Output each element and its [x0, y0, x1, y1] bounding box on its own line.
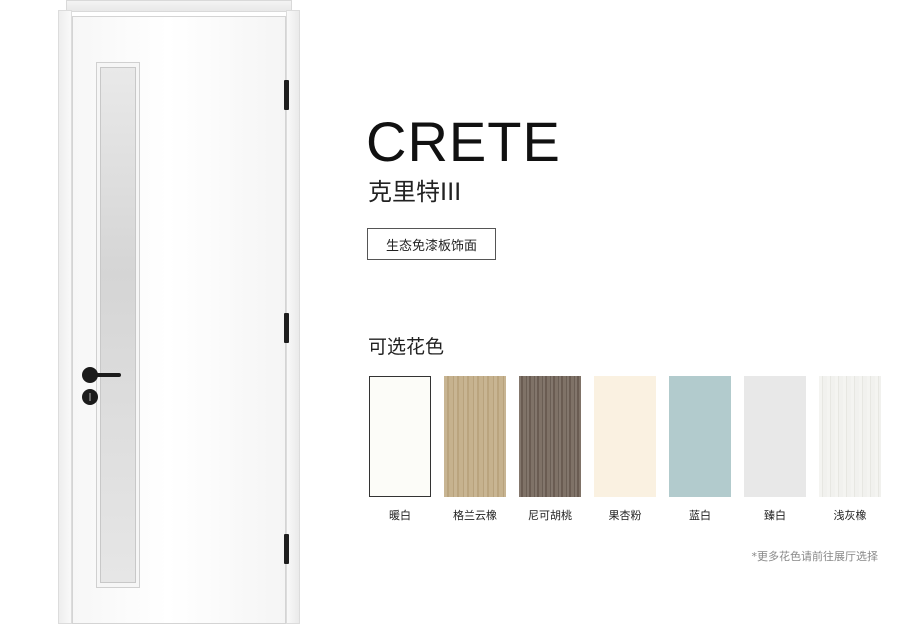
product-title: CRETE [366, 110, 561, 173]
swatch-item[interactable]: 尼可胡桃 [519, 376, 581, 523]
colors-heading: 可选花色 [368, 336, 445, 358]
color-swatch-list: 暖白 格兰云橡 尼可胡桃 果杏粉 蓝白 臻白 浅灰橡 [369, 376, 889, 526]
frosted-glass-panel [100, 67, 136, 583]
material-tag: 生态免漆板饰面 [367, 228, 496, 260]
swatch-item[interactable]: 果杏粉 [594, 376, 656, 523]
swatch-chip[interactable] [669, 376, 731, 497]
swatch-chip[interactable] [444, 376, 506, 497]
swatch-label: 尼可胡桃 [528, 509, 572, 522]
swatch-label: 蓝白 [689, 509, 711, 522]
hinge-middle [284, 313, 289, 343]
swatch-item[interactable]: 浅灰橡 [819, 376, 881, 523]
swatch-label: 果杏粉 [608, 509, 642, 522]
swatch-label: 格兰云橡 [453, 509, 497, 522]
door-frame-left [58, 10, 72, 624]
swatch-item[interactable]: 蓝白 [669, 376, 731, 523]
door-lock-icon [82, 389, 98, 405]
door-illustration [0, 0, 320, 624]
swatch-label: 暖白 [389, 509, 411, 522]
swatch-chip[interactable] [744, 376, 806, 497]
hinge-top [284, 80, 289, 110]
swatch-chip[interactable] [819, 376, 881, 497]
swatch-item[interactable]: 格兰云橡 [444, 376, 506, 523]
hinge-bottom [284, 534, 289, 564]
swatch-item[interactable]: 暖白 [369, 376, 431, 523]
product-subtitle: 克里特III [368, 178, 462, 206]
swatch-item[interactable]: 臻白 [744, 376, 806, 523]
door-frame-top [66, 0, 292, 12]
swatch-chip[interactable] [594, 376, 656, 497]
footnote: *更多花色请前往展厅选择 [751, 550, 879, 563]
swatch-label: 浅灰橡 [833, 509, 867, 522]
swatch-chip[interactable] [369, 376, 431, 497]
door-handle-lever [88, 373, 121, 377]
swatch-label: 臻白 [764, 509, 786, 522]
swatch-chip[interactable] [519, 376, 581, 497]
